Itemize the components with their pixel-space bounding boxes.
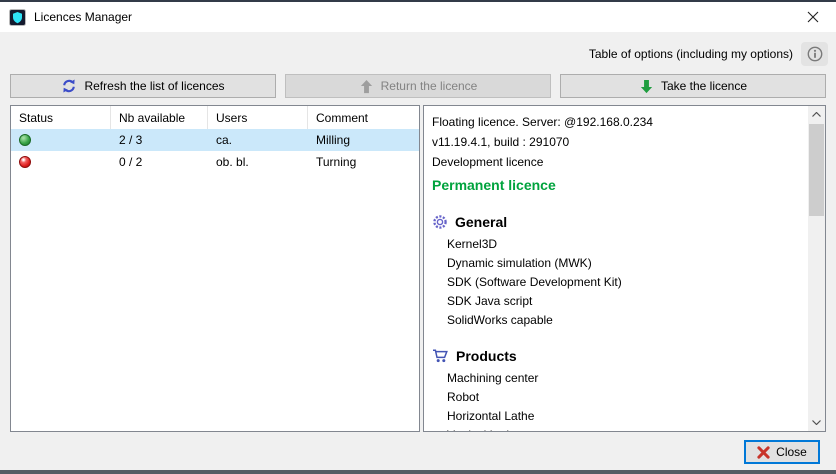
cell-users: ca. (208, 129, 308, 151)
licence-details-panel: Floating licence. Server: @192.168.0.234… (423, 105, 826, 432)
detail-server-line: Floating licence. Server: @192.168.0.234 (432, 112, 804, 132)
gear-icon (432, 214, 448, 230)
down-arrow-icon (639, 79, 654, 94)
scrollbar-down-icon[interactable] (808, 414, 825, 431)
status-green-icon (19, 134, 31, 146)
options-row: Table of options (including my options) (589, 42, 828, 66)
details-scrollbar[interactable] (808, 106, 825, 431)
refresh-button-label: Refresh the list of licences (84, 79, 224, 93)
list-item: Robot (447, 388, 804, 407)
cell-comment: Milling (308, 129, 419, 151)
close-button[interactable]: Close (744, 440, 820, 464)
app-shield-icon (9, 9, 26, 26)
column-header-comment[interactable]: Comment (308, 106, 419, 129)
list-item: Horizontal Lathe (447, 407, 804, 426)
list-item: Vertical Lathe (447, 426, 804, 431)
section-heading-products: Products (432, 346, 804, 366)
refresh-licences-button[interactable]: Refresh the list of licences (10, 74, 276, 98)
detail-version-line: v11.19.4.1, build : 291070 (432, 132, 804, 152)
close-button-label: Close (776, 445, 807, 459)
licence-details-text: Floating licence. Server: @192.168.0.234… (424, 106, 808, 431)
main-area: Status Nb available Users Comment 2 / 3 … (10, 105, 826, 432)
licences-table: Status Nb available Users Comment 2 / 3 … (10, 105, 420, 432)
table-row[interactable]: 0 / 2 ob. bl. Turning (11, 151, 419, 173)
list-item: SDK Java script (447, 292, 804, 311)
cell-users: ob. bl. (208, 151, 308, 173)
red-x-icon (757, 446, 770, 459)
return-licence-button[interactable]: Return the licence (285, 74, 551, 98)
background-window-edge-bottom (0, 470, 836, 474)
list-item: SDK (Software Development Kit) (447, 273, 804, 292)
section-title: Products (456, 346, 517, 366)
status-red-icon (19, 156, 31, 168)
column-header-status[interactable]: Status (11, 106, 111, 129)
permanent-licence-label: Permanent licence (432, 174, 804, 196)
licences-manager-window: Licences Manager Table of options (inclu… (0, 0, 836, 474)
toolbar: Refresh the list of licences Return the … (10, 74, 826, 98)
refresh-icon (61, 78, 77, 94)
take-button-label: Take the licence (661, 79, 747, 93)
general-items: Kernel3D Dynamic simulation (MWK) SDK (S… (432, 235, 804, 330)
scrollbar-thumb[interactable] (809, 124, 824, 216)
column-header-users[interactable]: Users (208, 106, 308, 129)
return-button-label: Return the licence (381, 79, 478, 93)
titlebar: Licences Manager (0, 2, 836, 32)
cell-nb-available: 2 / 3 (111, 129, 208, 151)
section-title: General (455, 212, 507, 232)
cell-comment: Turning (308, 151, 419, 173)
options-label: Table of options (including my options) (589, 47, 793, 61)
products-items: Machining center Robot Horizontal Lathe … (432, 369, 804, 431)
column-header-nb-available[interactable]: Nb available (111, 106, 208, 129)
list-item: Machining center (447, 369, 804, 388)
section-heading-general: General (432, 212, 804, 232)
cell-nb-available: 0 / 2 (111, 151, 208, 173)
table-row[interactable]: 2 / 3 ca. Milling (11, 129, 419, 151)
cart-icon (432, 348, 449, 364)
scrollbar-up-icon[interactable] (808, 106, 825, 123)
table-header-row: Status Nb available Users Comment (11, 106, 419, 129)
window-close-icon[interactable] (790, 2, 836, 32)
list-item: Dynamic simulation (MWK) (447, 254, 804, 273)
info-button[interactable] (801, 42, 828, 66)
list-item: Kernel3D (447, 235, 804, 254)
up-arrow-icon (359, 79, 374, 94)
window-title: Licences Manager (34, 10, 132, 24)
info-icon (807, 46, 823, 62)
detail-type-line: Development licence (432, 152, 804, 172)
list-item: SolidWorks capable (447, 311, 804, 330)
take-licence-button[interactable]: Take the licence (560, 74, 826, 98)
